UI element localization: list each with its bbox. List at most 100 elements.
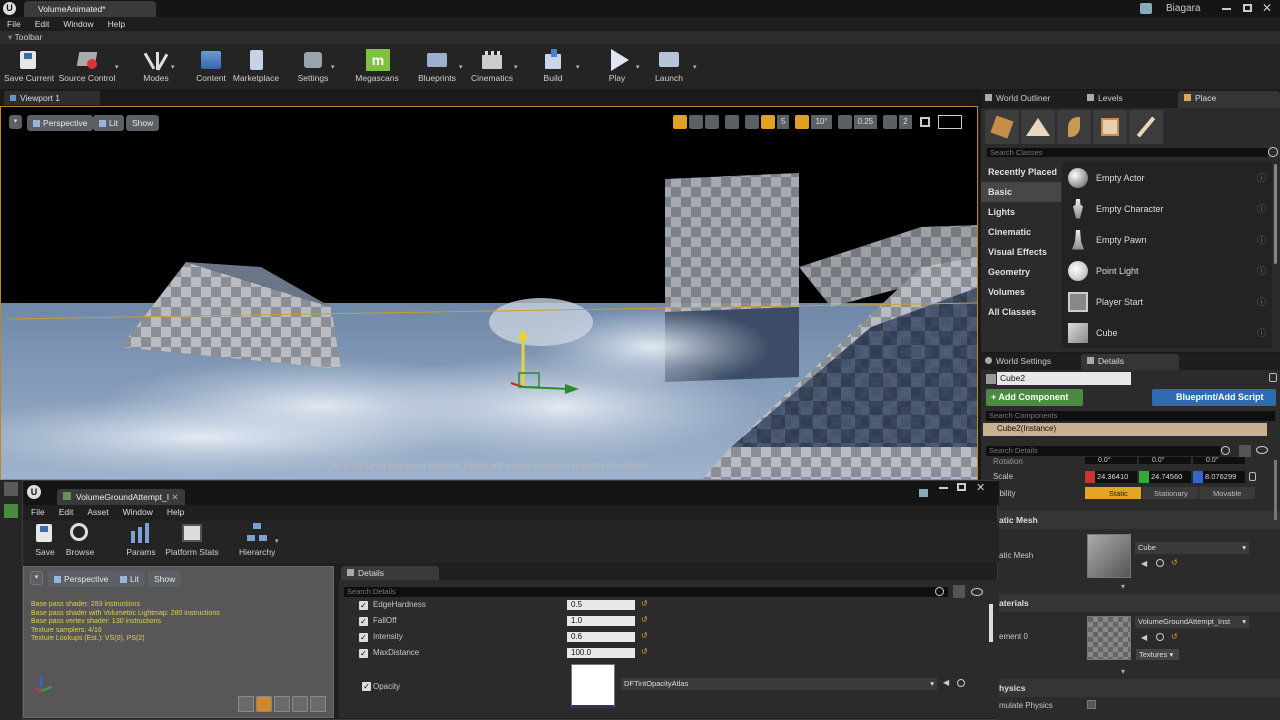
left-strip-icon[interactable]: [4, 482, 18, 496]
viewport-options-button[interactable]: ▾: [9, 115, 22, 129]
details-scrollbar[interactable]: [1274, 460, 1277, 520]
list-item[interactable]: Empty Pawn ⓘ: [1062, 224, 1272, 255]
param-enable-checkbox[interactable]: ✓: [362, 682, 371, 691]
static-mesh-thumbnail[interactable]: [1087, 534, 1131, 578]
mat-menu-window[interactable]: Window: [123, 507, 153, 517]
param-enable-checkbox[interactable]: ✓: [359, 649, 368, 658]
place-mode-paint-icon[interactable]: [1129, 110, 1163, 144]
list-item[interactable]: Cube ⓘ: [1062, 317, 1272, 348]
category-geometry[interactable]: Geometry: [981, 262, 1061, 282]
category-volumes[interactable]: Volumes: [981, 282, 1061, 302]
menu-help[interactable]: Help: [108, 19, 125, 29]
blueprints-dropdown-icon[interactable]: ▾: [459, 63, 463, 71]
rotation-y-field[interactable]: 0.0°: [1139, 457, 1191, 464]
mat-menu-asset[interactable]: Asset: [87, 507, 108, 517]
preview-sphere-icon[interactable]: [256, 696, 272, 712]
world-local-icon[interactable]: [725, 115, 739, 129]
mat-editor-tab[interactable]: VolumeGroundAttempt_I ✕: [57, 489, 185, 505]
menu-window[interactable]: Window: [63, 19, 93, 29]
mat-editor-minimize-button[interactable]: [939, 487, 948, 489]
place-mode-landscape-icon[interactable]: [1021, 110, 1055, 144]
mat-menu-edit[interactable]: Edit: [59, 507, 74, 517]
preview-options-button[interactable]: ▾: [30, 571, 43, 585]
material-browse-icon[interactable]: [1156, 633, 1164, 641]
material-preview-viewport[interactable]: ▾ Perspective Lit Show Base pass shader:…: [23, 566, 334, 718]
build-dropdown-icon[interactable]: ▾: [576, 63, 580, 71]
mat-eye-icon[interactable]: [971, 588, 983, 596]
hierarchy-dropdown-icon[interactable]: ▾: [275, 537, 279, 545]
mat-menu-file[interactable]: File: [31, 507, 45, 517]
scale-snap-value[interactable]: 0.25: [853, 115, 878, 129]
scale-snap-icon[interactable]: [837, 115, 852, 129]
source-control-dropdown-icon[interactable]: ▾: [115, 63, 119, 71]
help-icon[interactable]: ⓘ: [1257, 233, 1266, 246]
texture-dropdown[interactable]: DFTintOpacityAtlas ▾: [621, 678, 937, 690]
help-icon[interactable]: ⓘ: [1257, 295, 1266, 308]
texture-thumbnail[interactable]: [571, 664, 615, 708]
mat-editor-maximize-button[interactable]: [957, 483, 966, 491]
mat-view-options-icon[interactable]: [953, 585, 965, 598]
minimize-button[interactable]: [1222, 8, 1231, 10]
user-icon[interactable]: [1140, 3, 1152, 14]
help-icon[interactable]: ⓘ: [1257, 326, 1266, 339]
play-button[interactable]: Play: [598, 49, 636, 83]
category-cinematic[interactable]: Cinematic: [981, 222, 1061, 242]
expand-arrow-icon[interactable]: ▾: [1121, 667, 1125, 676]
settings-button[interactable]: Settings: [294, 49, 332, 83]
mat-hierarchy-button[interactable]: Hierarchy: [239, 523, 275, 557]
preview-cube-icon[interactable]: [292, 696, 308, 712]
preview-perspective-button[interactable]: Perspective: [48, 571, 115, 587]
search-classes-icon[interactable]: [1268, 147, 1278, 157]
rotation-z-field[interactable]: 0.0°: [1193, 457, 1245, 464]
rotate-tool-icon[interactable]: [689, 115, 703, 129]
preview-show-button[interactable]: Show: [148, 571, 182, 587]
mat-search-icon[interactable]: [935, 587, 944, 596]
play-dropdown-icon[interactable]: ▾: [636, 63, 640, 71]
tab-details[interactable]: Details: [1081, 354, 1179, 370]
mobility-static-button[interactable]: Static: [1085, 487, 1141, 499]
reset-icon[interactable]: ↺: [641, 631, 648, 640]
modes-dropdown-icon[interactable]: ▾: [171, 63, 175, 71]
left-strip-green-icon[interactable]: [4, 504, 18, 518]
settings-dropdown-icon[interactable]: ▾: [331, 63, 335, 71]
category-basic[interactable]: Basic: [981, 182, 1061, 202]
reset-icon[interactable]: ↺: [641, 647, 648, 656]
mat-params-button[interactable]: Params: [125, 523, 157, 557]
document-tab[interactable]: VolumeAnimated*: [24, 1, 156, 17]
mat-editor-close-button[interactable]: ✕: [976, 481, 985, 494]
actor-name-input[interactable]: Cube2: [997, 372, 1131, 385]
param-enable-checkbox[interactable]: ✓: [359, 633, 368, 642]
category-recently-placed[interactable]: Recently Placed: [981, 162, 1061, 182]
scale-tool-icon[interactable]: [705, 115, 719, 129]
mat-browse-button[interactable]: Browse: [65, 523, 95, 557]
material-reset-icon[interactable]: ↺: [1171, 632, 1178, 641]
reset-icon[interactable]: ↺: [641, 615, 648, 624]
rotation-x-field[interactable]: 0.0°: [1085, 457, 1137, 464]
scale-y-field[interactable]: 24.74560: [1139, 471, 1191, 483]
show-button[interactable]: Show: [126, 115, 160, 131]
material-dropdown[interactable]: VolumeGroundAttempt_Inst ▾: [1135, 616, 1249, 628]
rotation-snap-value[interactable]: 10°: [811, 115, 832, 129]
surface-snap-icon[interactable]: [745, 115, 759, 129]
layout-icon[interactable]: [937, 115, 962, 129]
scale-lock-icon[interactable]: [1249, 472, 1256, 481]
lit-button[interactable]: Lit: [93, 115, 124, 131]
list-item[interactable]: Empty Character ⓘ: [1062, 193, 1272, 224]
static-mesh-reset-icon[interactable]: ↺: [1171, 558, 1178, 567]
preview-plane-icon[interactable]: [274, 696, 290, 712]
lock-icon[interactable]: [1269, 373, 1277, 382]
param-value-field[interactable]: 100.0: [567, 648, 635, 658]
cinematics-button[interactable]: Cinematics: [469, 49, 515, 83]
mobility-stationary-button[interactable]: Stationary: [1142, 487, 1198, 499]
close-icon[interactable]: ✕: [171, 492, 178, 502]
build-button[interactable]: Build: [534, 49, 572, 83]
modes-button[interactable]: Modes: [138, 49, 174, 83]
blueprint-add-script-button[interactable]: Blueprint/Add Script: [1152, 389, 1276, 406]
category-all-classes[interactable]: All Classes: [981, 302, 1061, 322]
mat-platform-stats-button[interactable]: Platform Stats: [165, 523, 219, 557]
cinematics-dropdown-icon[interactable]: ▾: [514, 63, 518, 71]
scale-z-field[interactable]: 8.076299: [1193, 471, 1245, 483]
mat-menu-help[interactable]: Help: [167, 507, 184, 517]
materials-section-header[interactable]: aterials: [981, 594, 1280, 612]
camera-speed-value[interactable]: 2: [899, 115, 912, 129]
